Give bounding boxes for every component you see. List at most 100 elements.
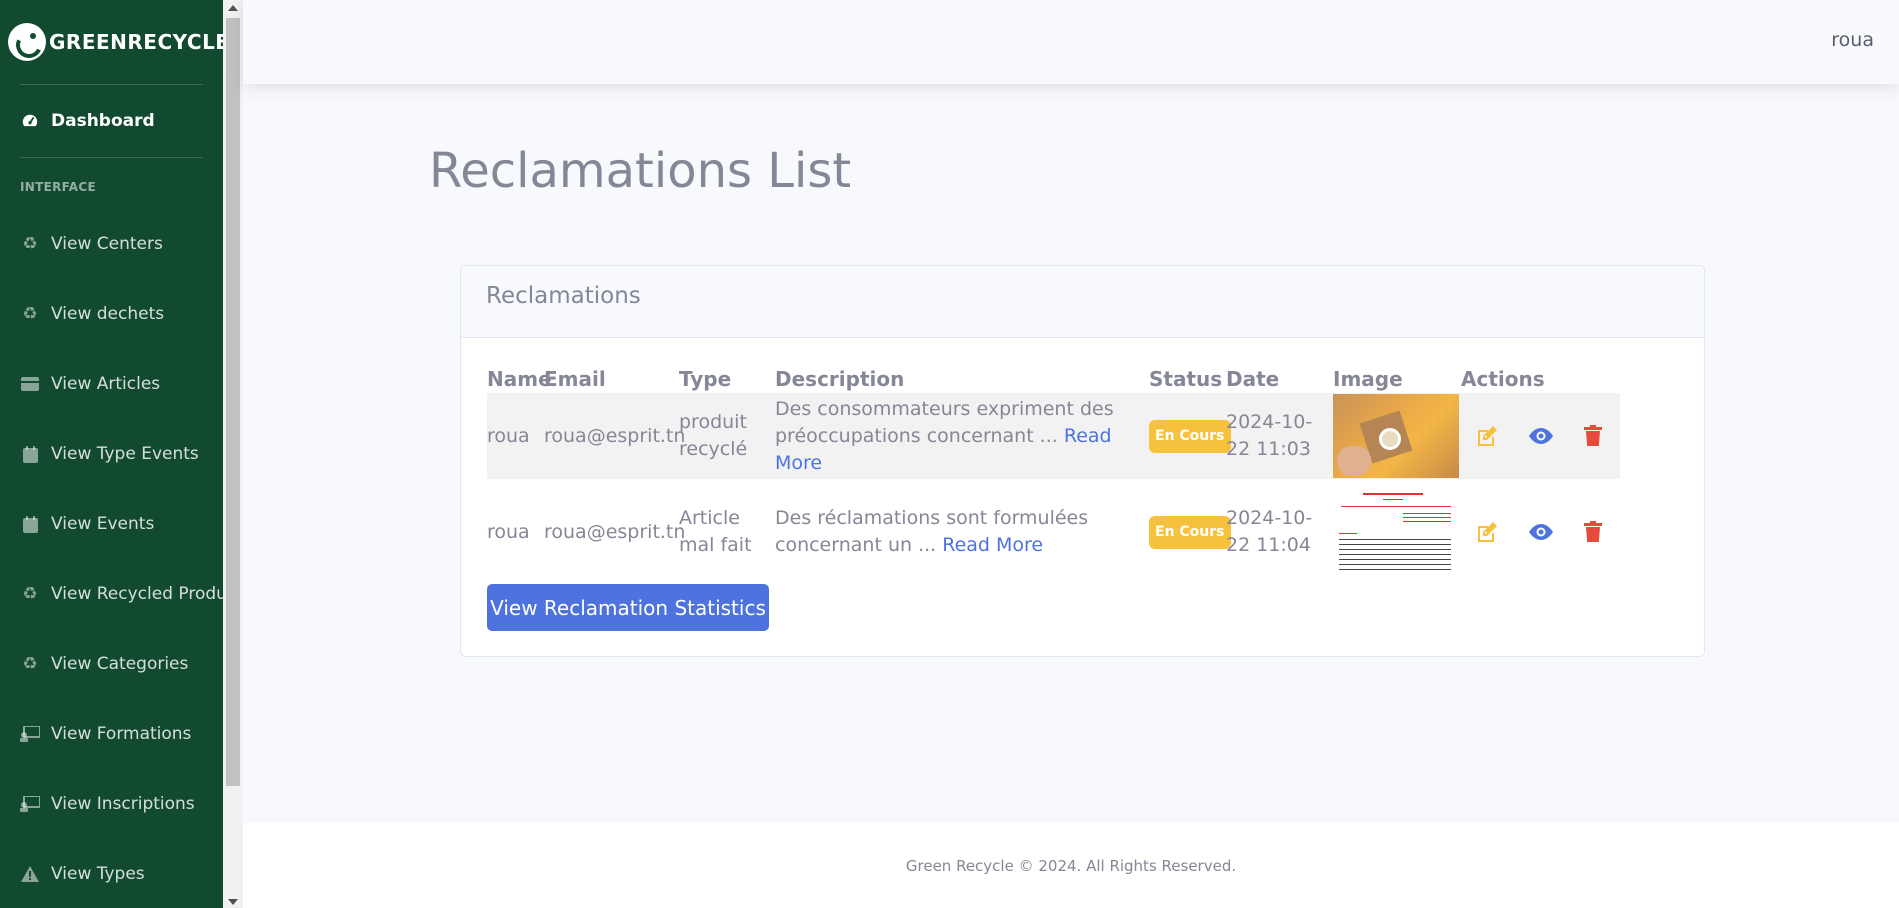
- scrollbar-thumb[interactable]: [226, 18, 240, 786]
- sidebar-item-view-inscriptions[interactable]: View Inscriptions: [0, 769, 223, 839]
- delete-button[interactable]: [1580, 519, 1606, 545]
- trash-icon: [1584, 521, 1602, 542]
- sidebar-item-label: View Articles: [51, 374, 161, 394]
- status-badge: En Cours: [1149, 419, 1231, 453]
- sidebar-item-view-dechets[interactable]: ♻ View dechets: [0, 279, 223, 349]
- doc-line: [1341, 506, 1451, 507]
- doc-line: [1339, 544, 1451, 545]
- column-header-actions: Actions: [1461, 367, 1545, 391]
- recycle-icon: ♻: [22, 654, 38, 674]
- doc-line: [1339, 559, 1451, 560]
- view-reclamation-statistics-button[interactable]: View Reclamation Statistics: [487, 584, 769, 631]
- sidebar-item-label: View Type Events: [51, 444, 199, 464]
- edit-button[interactable]: [1474, 519, 1500, 545]
- sidebar-item-label: View Inscriptions: [51, 794, 195, 814]
- reclamations-table: Name Email Type Description Status Date …: [487, 363, 1620, 585]
- sidebar-item-view-recycled-products[interactable]: ♻ View Recycled Products: [0, 559, 223, 629]
- doc-line: [1339, 533, 1357, 534]
- cell-email: roua@esprit.tn: [544, 424, 686, 447]
- sidebar-item-view-centers[interactable]: ♻ View Centers: [0, 209, 223, 279]
- read-more-link[interactable]: Read More: [942, 534, 1043, 556]
- tachometer-icon: [20, 111, 40, 131]
- reclamation-image[interactable]: [1333, 487, 1459, 577]
- sidebar-item-label: Dashboard: [51, 111, 155, 131]
- sidebar-item-label: View Centers: [51, 234, 163, 254]
- image-cup-shape: [1379, 428, 1401, 450]
- cell-status: En Cours: [1149, 479, 1231, 585]
- sidebar-item-view-formations[interactable]: View Formations: [0, 699, 223, 769]
- eye-icon: [1529, 524, 1553, 540]
- view-button[interactable]: [1528, 423, 1554, 449]
- cell-type: produit recyclé: [679, 411, 748, 460]
- smiley-logo-icon: [8, 23, 46, 61]
- sidebar-item-label: View Recycled Products: [51, 584, 223, 604]
- sidebar-item-view-categories[interactable]: ♻ View Categories: [0, 629, 223, 699]
- sidebar-item-label: View dechets: [51, 304, 165, 324]
- table-row: roua roua@esprit.tn produit recyclé Des …: [487, 393, 1620, 479]
- cell-name: roua: [487, 520, 530, 543]
- edit-icon: [1478, 522, 1497, 542]
- chalkboard-icon: [20, 724, 40, 744]
- edit-icon: [1478, 426, 1497, 446]
- column-header-image: Image: [1333, 367, 1403, 391]
- edit-button[interactable]: [1474, 423, 1500, 449]
- column-header-status: Status: [1149, 367, 1223, 391]
- cell-date: 2024-10-22 11:03: [1226, 411, 1313, 460]
- sidebar-item-label: View Formations: [51, 724, 192, 744]
- image-hand-shape: [1337, 446, 1371, 476]
- column-header-name: Name: [487, 367, 552, 391]
- scroll-up-arrow-icon[interactable]: [228, 5, 238, 11]
- table-row: roua roua@esprit.tn Article mal fait Des…: [487, 479, 1620, 585]
- sidebar-item-view-events[interactable]: View Events: [0, 489, 223, 559]
- cell-email: roua@esprit.tn: [544, 520, 686, 543]
- scroll-down-arrow-icon[interactable]: [228, 899, 238, 905]
- reclamations-card: Reclamations Name Email Type Description…: [460, 265, 1705, 657]
- doc-line: [1383, 499, 1403, 500]
- cell-name: roua: [487, 424, 530, 447]
- delete-button[interactable]: [1580, 423, 1606, 449]
- sidebar-scrollbar[interactable]: [223, 0, 243, 908]
- column-header-type: Type: [679, 367, 732, 391]
- card-title: Reclamations: [461, 266, 1704, 338]
- table-header: Name Email Type Description Status Date …: [487, 363, 1620, 393]
- sidebar-item-label: View Categories: [51, 654, 189, 674]
- cell-type: Article mal fait: [679, 507, 752, 556]
- view-button[interactable]: [1528, 519, 1554, 545]
- status-badge: En Cours: [1149, 515, 1231, 549]
- user-menu[interactable]: roua: [1831, 29, 1874, 51]
- calendar-icon: [20, 444, 40, 464]
- cell-date: 2024-10-22 11:04: [1226, 507, 1313, 556]
- eye-icon: [1529, 428, 1553, 444]
- sidebar-item-label: View Types: [51, 864, 145, 884]
- recycle-icon: ♻: [22, 304, 38, 324]
- trash-icon: [1584, 425, 1602, 446]
- doc-line: [1339, 569, 1451, 570]
- doc-line: [1403, 517, 1451, 518]
- page-title: Reclamations List: [429, 143, 852, 199]
- sidebar-item-view-articles[interactable]: View Articles: [0, 349, 223, 419]
- column-header-email: Email: [544, 367, 606, 391]
- reclamation-image[interactable]: [1333, 394, 1459, 478]
- doc-line: [1339, 564, 1451, 565]
- doc-line: [1339, 539, 1451, 540]
- chalkboard-icon: [20, 794, 40, 814]
- brand[interactable]: GREENRECYCLE: [0, 0, 223, 84]
- footer-copyright: Green Recycle © 2024. All Rights Reserve…: [905, 856, 1237, 875]
- sidebar-item-view-types[interactable]: View Types: [0, 839, 223, 908]
- doc-line: [1363, 493, 1423, 495]
- warning-icon: [20, 864, 40, 884]
- description-text: Des consommateurs expriment des préoccup…: [775, 397, 1114, 447]
- cell-description: Des réclamations sont formulées concerna…: [775, 479, 1147, 585]
- sidebar-item-view-type-events[interactable]: View Type Events: [0, 419, 223, 489]
- doc-line: [1339, 554, 1451, 555]
- card-icon: [20, 374, 40, 394]
- sidebar-item-dashboard[interactable]: Dashboard: [0, 85, 223, 157]
- recycle-icon: ♻: [22, 234, 38, 254]
- sidebar: GREENRECYCLE Dashboard INTERFACE ♻ View …: [0, 0, 223, 908]
- doc-line: [1403, 513, 1451, 514]
- doc-line: [1403, 521, 1451, 522]
- column-header-description: Description: [775, 367, 905, 391]
- brand-name: GREENRECYCLE: [49, 30, 223, 54]
- footer: Green Recycle © 2024. All Rights Reserve…: [243, 823, 1899, 908]
- cell-description: Des consommateurs expriment des préoccup…: [775, 393, 1147, 479]
